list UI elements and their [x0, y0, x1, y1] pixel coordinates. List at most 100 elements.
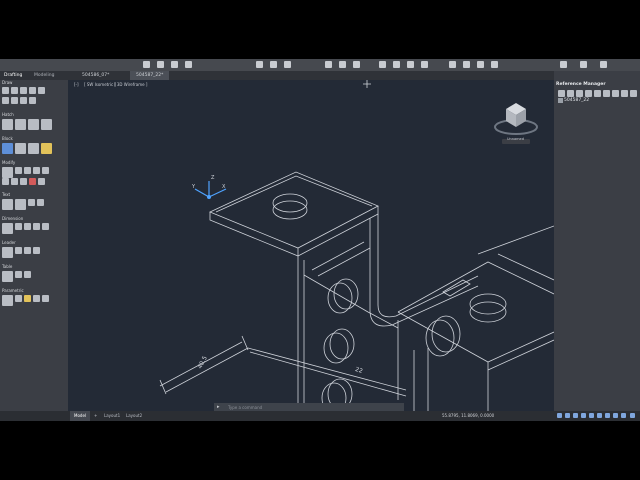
- align-leader-icon[interactable]: [24, 247, 31, 254]
- multileader-icon[interactable]: [2, 247, 13, 258]
- sheet-icon[interactable]: [477, 61, 484, 68]
- print-icon[interactable]: [256, 61, 263, 68]
- section-title[interactable]: Text: [0, 192, 68, 198]
- offset-icon[interactable]: [20, 178, 27, 185]
- save-icon[interactable]: [171, 61, 178, 68]
- section-title[interactable]: Block: [0, 136, 68, 142]
- new-file-icon[interactable]: [143, 61, 150, 68]
- detach-icon[interactable]: [567, 90, 574, 97]
- section-title[interactable]: Leader: [0, 240, 68, 246]
- section-title[interactable]: Dimension: [0, 216, 68, 222]
- plot-icon[interactable]: [270, 61, 277, 68]
- viewcube-label[interactable]: Unnamed: [507, 137, 524, 141]
- grid-icon[interactable]: [565, 413, 570, 418]
- parallel-constraint-icon[interactable]: [33, 295, 40, 302]
- section-title[interactable]: Parametric: [0, 288, 68, 294]
- otrack-icon[interactable]: [597, 413, 602, 418]
- ellipse-icon[interactable]: [2, 97, 9, 104]
- create-block-icon[interactable]: [15, 143, 26, 154]
- tab-model[interactable]: Model: [70, 411, 91, 421]
- boundary-icon[interactable]: [28, 119, 39, 130]
- extend-icon[interactable]: [33, 167, 40, 174]
- spline-icon[interactable]: [11, 97, 18, 104]
- collect-leader-icon[interactable]: [33, 247, 40, 254]
- insert-block-icon[interactable]: [2, 143, 13, 154]
- tab-document-1[interactable]: 504586_07*: [76, 71, 115, 80]
- reload-icon[interactable]: [576, 90, 583, 97]
- polyline-icon[interactable]: [11, 87, 18, 94]
- zoom-icon[interactable]: [393, 61, 400, 68]
- command-input[interactable]: [228, 403, 398, 411]
- annotation-scale-icon[interactable]: [621, 413, 626, 418]
- render-icon[interactable]: [491, 61, 498, 68]
- ortho-icon[interactable]: [573, 413, 578, 418]
- radius-dimension-icon[interactable]: [24, 223, 31, 230]
- properties-icon[interactable]: [449, 61, 456, 68]
- fillet-icon[interactable]: [42, 167, 49, 174]
- tab-drafting[interactable]: Drafting: [4, 71, 22, 80]
- panel-layers-icon[interactable]: [580, 61, 587, 68]
- table-export-icon[interactable]: [24, 271, 31, 278]
- attribute-icon[interactable]: [41, 143, 52, 154]
- panel-manager-icon[interactable]: [600, 61, 607, 68]
- tab-document-2[interactable]: 504587_22*: [130, 71, 170, 80]
- section-title[interactable]: Table: [0, 264, 68, 270]
- snap-icon[interactable]: [557, 413, 562, 418]
- section-title[interactable]: Hatch: [0, 112, 68, 118]
- save-as-icon[interactable]: [185, 61, 192, 68]
- angular-dimension-icon[interactable]: [33, 223, 40, 230]
- coincident-icon[interactable]: [15, 295, 22, 302]
- move-icon[interactable]: [2, 167, 13, 178]
- circle-icon[interactable]: [29, 87, 36, 94]
- command-line-icon[interactable]: ▸: [217, 404, 220, 410]
- pan-icon[interactable]: [407, 61, 414, 68]
- panel-properties-icon[interactable]: [560, 61, 567, 68]
- arc-icon[interactable]: [20, 87, 27, 94]
- publish-icon[interactable]: [284, 61, 291, 68]
- tab-modeling[interactable]: Modeling: [34, 71, 54, 80]
- mirror-icon[interactable]: [11, 178, 18, 185]
- lock-constraint-icon[interactable]: [24, 295, 31, 302]
- add-leader-icon[interactable]: [15, 247, 22, 254]
- point-icon[interactable]: [20, 97, 27, 104]
- info-icon[interactable]: [630, 90, 637, 97]
- unload-icon[interactable]: [585, 90, 592, 97]
- tab-layout2[interactable]: Layout2: [122, 411, 146, 421]
- table-icon[interactable]: [2, 271, 13, 282]
- cut-icon[interactable]: [325, 61, 332, 68]
- section-title[interactable]: Modify: [0, 160, 68, 166]
- open-reference-icon[interactable]: [603, 90, 610, 97]
- layers-icon[interactable]: [463, 61, 470, 68]
- region-icon[interactable]: [41, 119, 52, 130]
- lineweight-icon[interactable]: [605, 413, 610, 418]
- text-style-icon[interactable]: [28, 199, 35, 206]
- linear-dimension-icon[interactable]: [2, 223, 13, 234]
- table-style-icon[interactable]: [15, 271, 22, 278]
- open-file-icon[interactable]: [157, 61, 164, 68]
- aligned-dimension-icon[interactable]: [15, 223, 22, 230]
- copy-tool-icon[interactable]: [2, 178, 9, 185]
- trim-icon[interactable]: [24, 167, 31, 174]
- transparency-icon[interactable]: [613, 413, 618, 418]
- section-title[interactable]: Draw: [0, 80, 68, 86]
- array-icon[interactable]: [38, 178, 45, 185]
- gradient-icon[interactable]: [15, 119, 26, 130]
- rectangle-icon[interactable]: [38, 87, 45, 94]
- drawing-viewport[interactable]: [-] [ SW Isometric ] [ 3D Wireframe ] 40…: [68, 80, 554, 411]
- baseline-dimension-icon[interactable]: [42, 223, 49, 230]
- single-line-text-icon[interactable]: [2, 199, 13, 210]
- undo-icon[interactable]: [379, 61, 386, 68]
- customize-icon[interactable]: [630, 413, 635, 418]
- erase-icon[interactable]: [29, 178, 36, 185]
- copy-icon[interactable]: [339, 61, 346, 68]
- hatch-icon[interactable]: [2, 119, 13, 130]
- settings-icon[interactable]: [621, 90, 628, 97]
- bind-icon[interactable]: [594, 90, 601, 97]
- paste-icon[interactable]: [353, 61, 360, 68]
- geometric-constraint-icon[interactable]: [2, 295, 13, 306]
- orbit-icon[interactable]: [421, 61, 428, 68]
- tab-layout1[interactable]: Layout1: [100, 411, 124, 421]
- multiline-text-icon[interactable]: [15, 199, 26, 210]
- line-icon[interactable]: [2, 87, 9, 94]
- attach-icon[interactable]: [558, 90, 565, 97]
